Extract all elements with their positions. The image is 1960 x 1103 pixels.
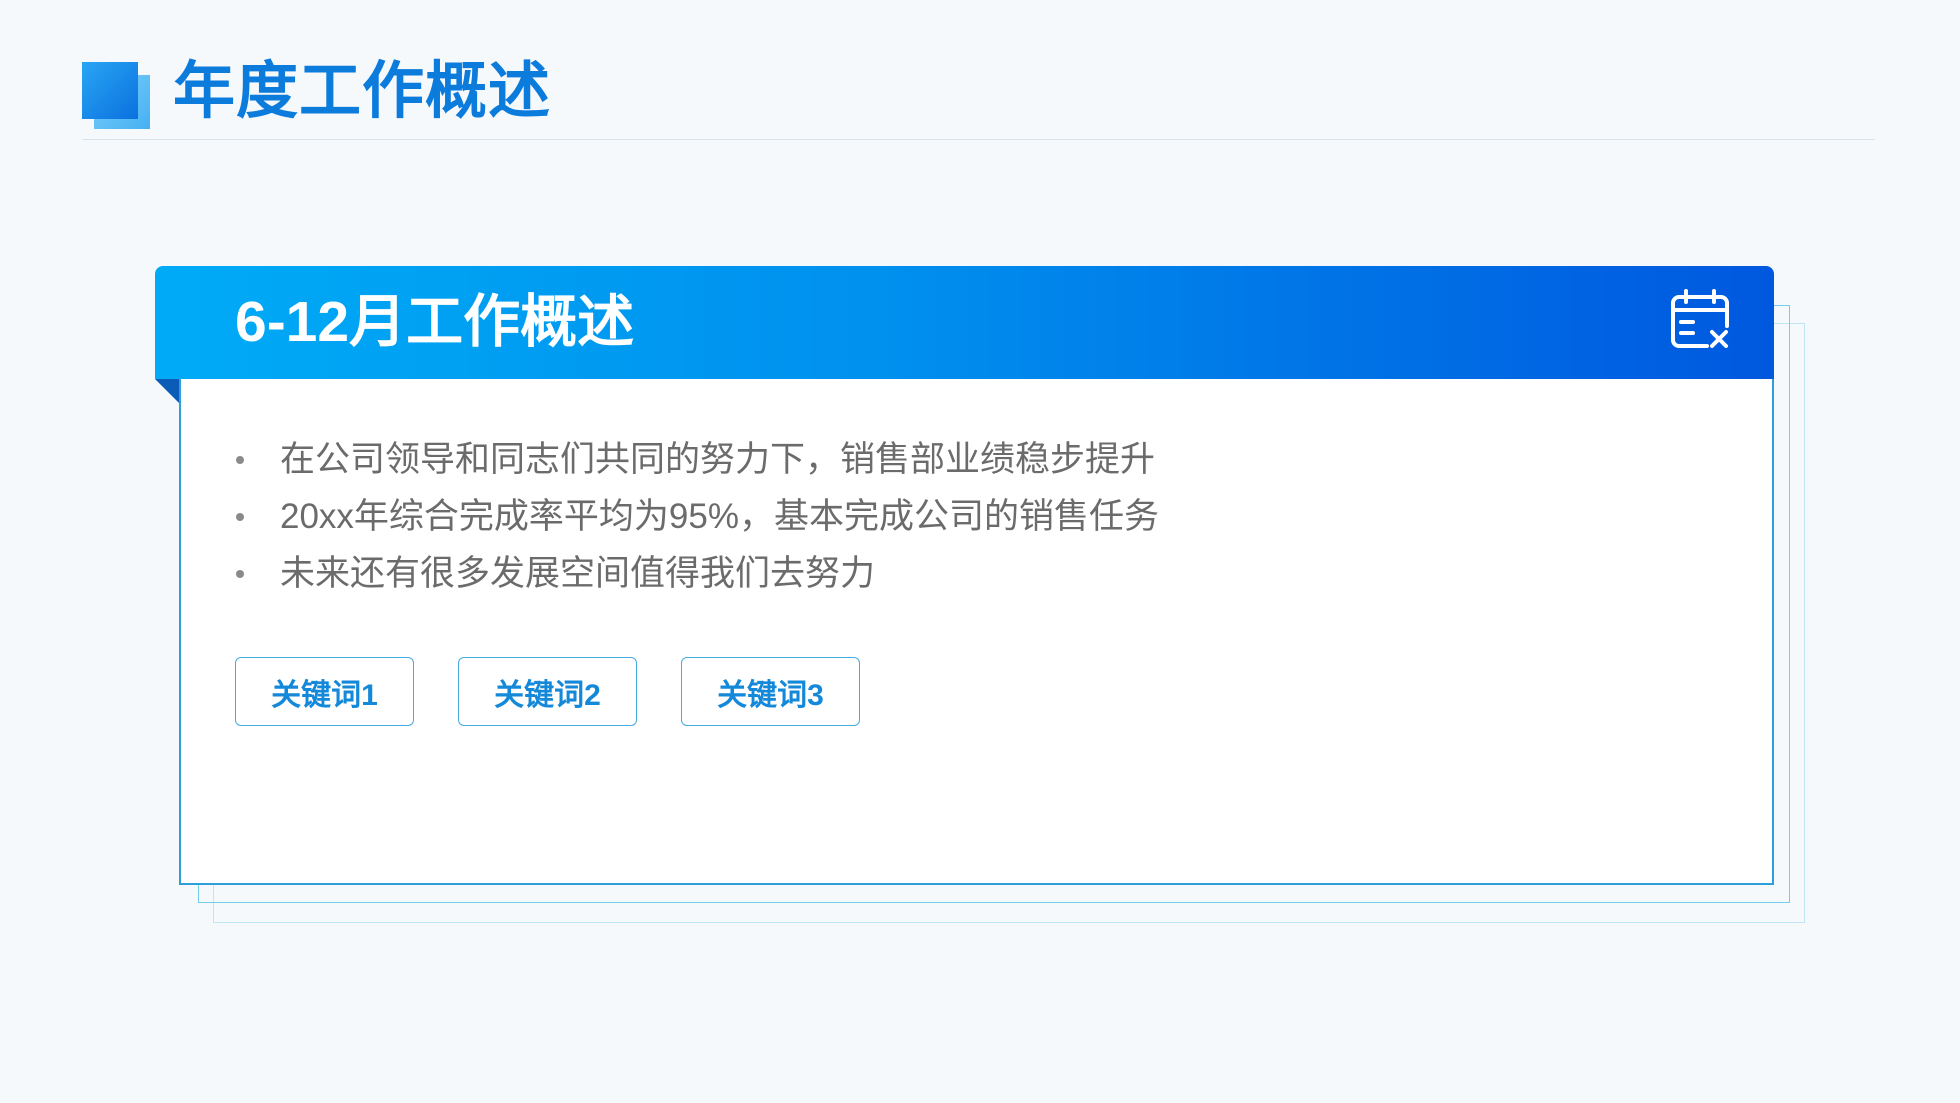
bullet-list: 在公司领导和同志们共同的努力下，销售部业绩稳步提升 20xx年综合完成率平均为9…: [235, 431, 1685, 602]
keyword-tag-2[interactable]: 关键词2: [458, 657, 637, 726]
calendar-x-icon: [1669, 288, 1731, 350]
bullet-text: 未来还有很多发展空间值得我们去努力: [280, 554, 876, 593]
bullet-dot-icon: [236, 570, 244, 578]
bullet-item: 在公司领导和同志们共同的努力下，销售部业绩稳步提升: [235, 431, 1685, 488]
bullet-item: 未来还有很多发展空间值得我们去努力: [235, 545, 1685, 602]
keyword-tag-3[interactable]: 关键词3: [681, 657, 860, 726]
bullet-dot-icon: [236, 456, 244, 464]
title-divider: [82, 139, 1875, 140]
bullet-item: 20xx年综合完成率平均为95%，基本完成公司的销售任务: [235, 488, 1685, 545]
card-header-title: 6-12月工作概述: [235, 290, 635, 354]
bullet-dot-icon: [236, 513, 244, 521]
card-header-fold: [155, 379, 179, 403]
bullet-text: 在公司领导和同志们共同的努力下，销售部业绩稳步提升: [280, 440, 1156, 479]
bullet-text: 20xx年综合完成率平均为95%，基本完成公司的销售任务: [280, 497, 1159, 536]
page-title: 年度工作概述: [173, 57, 552, 126]
keyword-tag-1[interactable]: 关键词1: [235, 657, 414, 726]
title-logo-icon: [82, 62, 138, 119]
